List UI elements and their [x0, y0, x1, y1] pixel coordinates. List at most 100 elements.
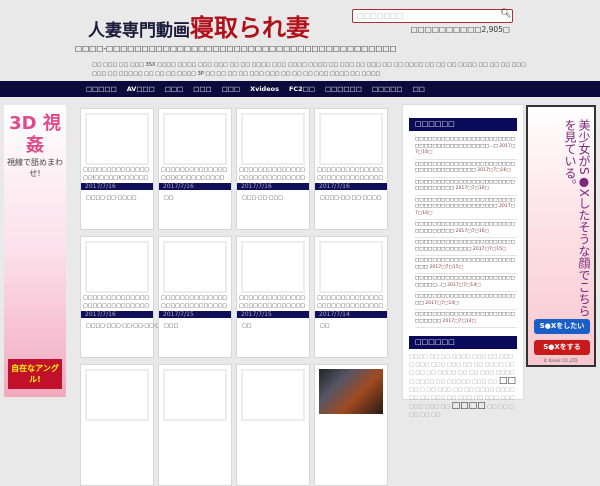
post-card[interactable]: □□□□□□□□□□□□□□□□□□□□□□□□□□□□□□□□ 2017/7/…: [236, 236, 310, 358]
post-card[interactable]: □□□□□□□□□□□□□□□□(□□□□□)□□□□□□□□□□ 2017/7…: [80, 108, 154, 230]
site-logo[interactable]: 人妻専門動画寝取られ妻: [88, 8, 310, 43]
post-tags[interactable]: □□□□·□□·□□□□: [86, 195, 136, 201]
post-title[interactable]: □□□□□□□□□□□□□□□□□□□□□□□□□□□□□□□□: [317, 294, 385, 310]
post-date: 2017/7/16: [315, 183, 387, 190]
post-date: 2017/7/16: [81, 311, 153, 318]
sidebar: □□□□□□ □□□□□□□□□□□□□□□□□□□□□□□□□□□□□□□□□…: [402, 104, 524, 418]
post-thumbnail[interactable]: [163, 113, 227, 165]
ad-title: 3D 視姦: [9, 113, 61, 156]
post-thumbnail[interactable]: [319, 241, 383, 293]
recent-post-item[interactable]: □□□□□□□□□□□□□□□□□□□□□□□□□□□□□□□□□□□□□ 20…: [415, 160, 517, 178]
recent-post-date: 2017□7□14□: [425, 300, 459, 306]
ad-copy: 美少女がS●Xしたそうな顔でこちらを見ている。: [563, 119, 591, 317]
nav-item-fc2[interactable]: FC2□□: [289, 85, 315, 93]
post-title[interactable]: □□□□□□□□□□□□□□□□□□□□□□□□□□□□□□□□: [317, 166, 385, 182]
post-card[interactable]: □□□□□□□□□□□□□□□□□□□□□□□□□□□□□□□□ 2017/7/…: [314, 108, 388, 230]
post-card[interactable]: [236, 364, 310, 486]
post-count: □□□□□□□□□□2,905□: [410, 25, 510, 34]
nav-item-xvideos[interactable]: Xvideos: [250, 85, 279, 93]
recent-post-date: 2017□7□16□: [477, 168, 511, 173]
nav-item[interactable]: □□□: [222, 85, 240, 93]
recent-post-item[interactable]: □□□□□□□□□□□□□□□□□□□□□□□□□□□□□□□□□□□□□□□□…: [415, 135, 517, 160]
post-thumbnail[interactable]: [241, 113, 305, 165]
post-card[interactable]: [314, 364, 388, 486]
recent-post-item[interactable]: □□□□□□□□□□□□□□□□□□□□□□□□□□□□□□□□ 2017□7□…: [415, 220, 517, 238]
recent-post-item[interactable]: □□□□□□□□□□□□□□□□□□□□□□□□□□□□□ 2017□7□14□: [415, 310, 517, 328]
nav-item[interactable]: □□□□□: [86, 85, 117, 93]
tag-large[interactable]: □□: [499, 376, 516, 386]
post-title[interactable]: □□□□□□□□□□□□□□□□(□□□□□)□□□□□□□□□□: [83, 166, 151, 182]
post-card[interactable]: □□□□□□□□□□□□□□□□□□□□□□□□□□□□□□□□ 2017/7/…: [236, 108, 310, 230]
main-nav: □□□□□ AV□□□ □□□ □□□ □□□ Xvideos FC2□□ □□…: [0, 81, 600, 97]
ad-button-secondary[interactable]: S●Xをする: [534, 340, 590, 355]
post-tags[interactable]: □□□□·□□·□□·□□□□: [320, 195, 381, 201]
post-tags[interactable]: □□: [320, 323, 329, 329]
logo-text-accent: 寝取られ妻: [190, 13, 310, 42]
post-tags[interactable]: □□□: [164, 323, 178, 329]
recent-post-item[interactable]: □□□□□□□□□□□□□□□□□□□□□□□□□ 2017□7□14□: [415, 292, 517, 310]
post-date: 2017/7/16: [237, 183, 309, 190]
post-tags[interactable]: □□: [164, 195, 173, 201]
tag-large[interactable]: □□□□: [452, 401, 486, 411]
post-title[interactable]: □□□□□□□□□□□□□□□□□□□□□□□□□□□□□□□□: [239, 294, 307, 310]
post-thumbnail[interactable]: [85, 113, 149, 165]
nav-item[interactable]: □□□□□□: [325, 85, 362, 93]
nav-item[interactable]: □□□: [193, 85, 211, 93]
post-title[interactable]: □□□□□□□□□□□□□□□□□□□□□□□□□□□□□□□□: [239, 166, 307, 182]
nav-item[interactable]: □□□□□: [372, 85, 403, 93]
ad-footer: 自在なアングル!: [8, 359, 62, 389]
post-tags[interactable]: □□□·□□·□□□: [242, 195, 283, 201]
recent-post-item[interactable]: □□□□□□□□□□□□□□□□□□□□□□□□□□□□□□□□□□□□□□□□…: [415, 196, 517, 220]
recent-post-date: 2017□7□16□: [455, 186, 490, 191]
post-thumbnail[interactable]: [163, 369, 227, 421]
recent-post-item[interactable]: □□□□□□□□□□□□□□□□□□□□□□□□□□□□□□□□ 2017□7□…: [415, 178, 517, 196]
search-input[interactable]: □□□□□□□: [352, 9, 513, 23]
post-date: 2017/7/14: [315, 311, 387, 318]
recent-post-date: 2017□7□15□: [472, 246, 507, 252]
post-thumbnail[interactable]: [85, 369, 149, 421]
post-date: 2017/7/16: [81, 183, 153, 190]
recent-post-item[interactable]: □□□□□□□□□□□□□□□□□□□□□□□□□□ 2017□7□15□: [415, 256, 517, 274]
post-thumbnail-photo[interactable]: [319, 369, 383, 414]
post-card[interactable]: □□□□□□□□□□□□□□□□□(□□□□□□□□□□□□□□ 2017/7/…: [158, 108, 232, 230]
ad-credit: © Kaisel CO.,LTD.: [543, 358, 579, 363]
nav-item[interactable]: AV□□□: [127, 85, 155, 93]
post-card[interactable]: [158, 364, 232, 486]
nav-item[interactable]: □□□: [165, 85, 183, 93]
nav-item[interactable]: □□: [413, 85, 425, 93]
post-thumbnail[interactable]: [85, 241, 149, 293]
logo-text: 人妻専門動画: [88, 21, 190, 41]
tags-heading: □□□□□□: [409, 336, 517, 349]
site-tagline: □□□□-□□□□□□□□□□□□□□□□□□□□□□□□□□□□□□□□□□□…: [75, 44, 397, 53]
right-ad-banner[interactable]: 美少女がS●Xしたそうな顔でこちらを見ている。 S●Xをしたい S●Xをする ©…: [526, 105, 596, 367]
post-title[interactable]: □□□□□□□□□□□□□□□□□(□□□□□□□□□□□□□□: [161, 166, 229, 182]
recent-post-item[interactable]: □□□□□□□□□□□□□□□□□□□□□□□□□□□□…□ 2017□7□14…: [415, 274, 517, 292]
post-tags[interactable]: □□: [242, 323, 251, 329]
recent-post-date: 2017□7□16□: [455, 228, 490, 234]
post-grid: □□□□□□□□□□□□□□□□(□□□□□)□□□□□□□□□□ 2017/7…: [80, 108, 396, 486]
ad-button-primary[interactable]: S●Xをしたい: [534, 319, 590, 334]
recent-post-date: 2017□7□14□: [447, 282, 481, 288]
post-thumbnail[interactable]: [241, 241, 305, 293]
recent-posts-heading: □□□□□□: [409, 118, 517, 131]
post-thumbnail[interactable]: [319, 113, 383, 165]
ad-subtitle: 視線で舐めまわせ!: [7, 158, 63, 178]
post-card[interactable]: □□□□□□□□□□□□□□□□□□□□□□□□□□□□□□□□ 2017/7/…: [314, 236, 388, 358]
recent-post-item[interactable]: □□□□□□□□□□□□□□□□□□□□□□□□□□□□□□□□□□□□ 201…: [415, 238, 517, 256]
post-date: 2017/7/15: [237, 311, 309, 318]
post-thumbnail[interactable]: [163, 241, 227, 293]
post-card[interactable]: [80, 364, 154, 486]
post-title[interactable]: □□□□□□□□□□□□□□□□□□□□□□□□□□□□□□□□: [83, 294, 151, 310]
post-thumbnail[interactable]: [241, 369, 305, 421]
tag-cloud[interactable]: □□□□ □□ □□ □□□□ □□□ □□ □□□□ □□□ □□□ □□□ …: [409, 353, 517, 419]
post-date: 2017/7/15: [159, 311, 231, 318]
post-card[interactable]: □□□□□□□□□□□□□□□□□□□□□□□□□□□□□□□□ 2017/7/…: [158, 236, 232, 358]
left-ad-banner[interactable]: 3D 視姦 視線で舐めまわせ! 自在なアングル!: [4, 105, 66, 397]
search-icon[interactable]: 🔍︎: [500, 9, 511, 19]
recent-posts-list: □□□□□□□□□□□□□□□□□□□□□□□□□□□□□□□□□□□□□□□□…: [415, 135, 517, 328]
post-card[interactable]: □□□□□□□□□□□□□□□□□□□□□□□□□□□□□□□□ 2017/7/…: [80, 236, 174, 358]
post-title[interactable]: □□□□□□□□□□□□□□□□□□□□□□□□□□□□□□□□: [161, 294, 229, 310]
recent-post-date: 2017□7□14□: [442, 318, 476, 324]
post-date: 2017/7/16: [159, 183, 231, 190]
keyword-links[interactable]: □□ □□□ □□ □□□ 3SX □□□□ □□□□ □□□ □□□ □□ □…: [92, 61, 532, 79]
